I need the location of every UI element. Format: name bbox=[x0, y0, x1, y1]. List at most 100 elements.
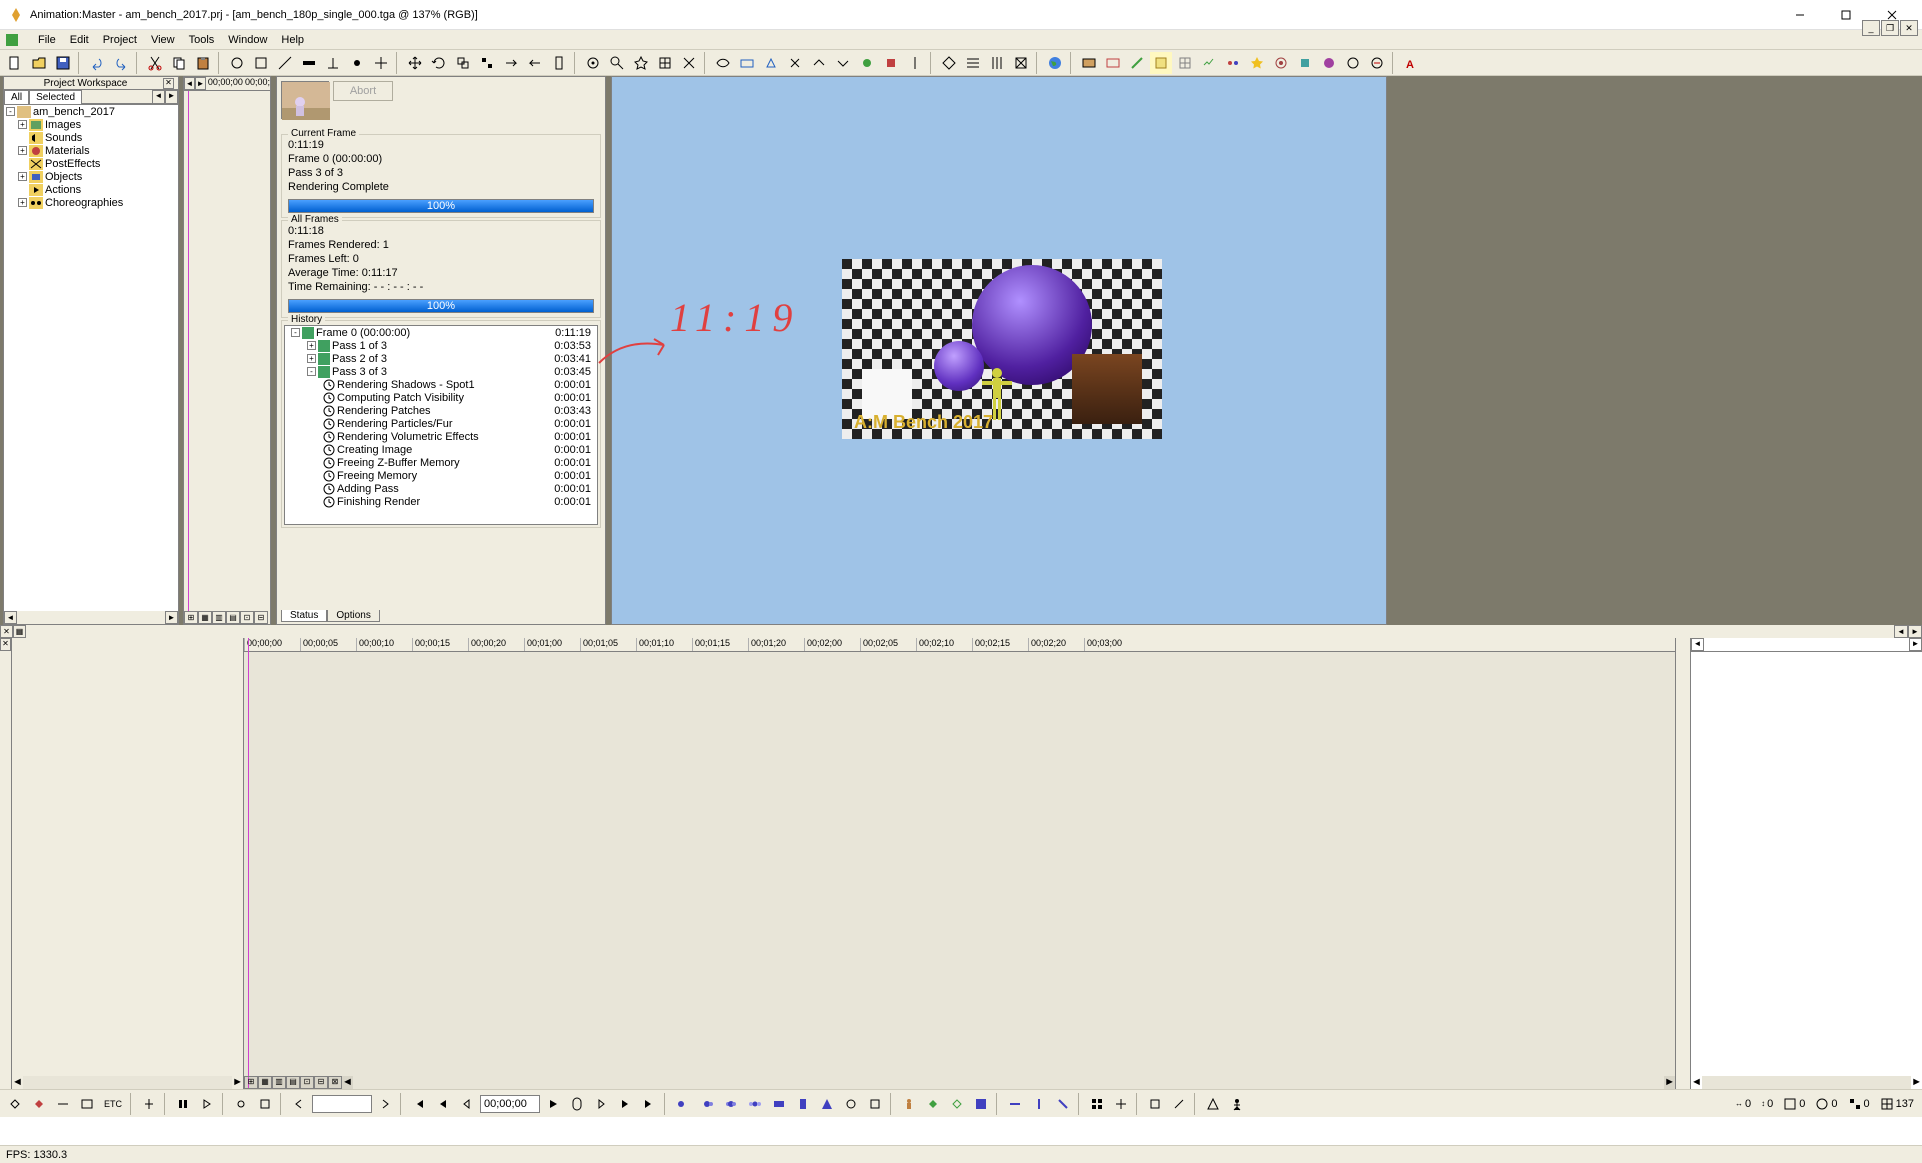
tool-d[interactable] bbox=[298, 52, 320, 74]
tab-nav-right[interactable]: ► bbox=[165, 90, 178, 104]
key-d[interactable] bbox=[76, 1093, 98, 1115]
tlr-g[interactable]: ⊠ bbox=[328, 1076, 342, 1089]
expand-icon[interactable]: + bbox=[18, 198, 27, 207]
history-row[interactable]: Rendering Volumetric Effects0:00:01 bbox=[285, 430, 597, 443]
ruler-tick[interactable]: 00;01;10 bbox=[636, 638, 692, 651]
prev-frame[interactable] bbox=[456, 1093, 478, 1115]
timeline-ruler[interactable]: 00;00;0000;00;0500;00;1000;00;1500;00;20… bbox=[244, 638, 1675, 652]
tool-g[interactable] bbox=[370, 52, 392, 74]
tool-l[interactable] bbox=[712, 52, 734, 74]
menu-edit[interactable]: Edit bbox=[70, 34, 89, 46]
tool-n[interactable] bbox=[760, 52, 782, 74]
range-end-icon[interactable] bbox=[374, 1093, 396, 1115]
history-row[interactable]: Rendering Patches0:03:43 bbox=[285, 404, 597, 417]
tab-options[interactable]: Options bbox=[327, 610, 379, 622]
render-viewport[interactable]: A:M Bench 2017 bbox=[611, 76, 1387, 625]
expand-icon[interactable]: - bbox=[6, 107, 15, 116]
tl-tool-e[interactable]: ⊡ bbox=[240, 611, 254, 624]
go-end[interactable] bbox=[638, 1093, 660, 1115]
project-tree[interactable]: -am_bench_2017 +Images Sounds +Materials… bbox=[4, 105, 178, 611]
sw-icon[interactable]: ▦ bbox=[13, 625, 26, 638]
world-icon[interactable] bbox=[1044, 52, 1066, 74]
rig-e[interactable] bbox=[1004, 1093, 1026, 1115]
key-e[interactable] bbox=[138, 1093, 160, 1115]
abort-button[interactable]: Abort bbox=[333, 81, 393, 101]
history-row[interactable]: +Pass 1 of 30:03:53 bbox=[285, 339, 597, 352]
next-key[interactable] bbox=[614, 1093, 636, 1115]
key-g[interactable] bbox=[196, 1093, 218, 1115]
tl-tool-d[interactable]: ▤ bbox=[226, 611, 240, 624]
sb3-right[interactable]: ► bbox=[1911, 1076, 1922, 1089]
tab-all[interactable]: All bbox=[4, 90, 29, 104]
tree-actions[interactable]: Actions bbox=[45, 184, 81, 196]
expand-icon[interactable]: + bbox=[18, 172, 27, 181]
tool-q[interactable] bbox=[832, 52, 854, 74]
tree-posteffects[interactable]: PostEffects bbox=[45, 158, 100, 170]
text-tool[interactable]: A bbox=[1400, 52, 1422, 74]
key-h[interactable] bbox=[230, 1093, 252, 1115]
expand-icon[interactable]: - bbox=[307, 367, 316, 376]
panel-close-icon[interactable]: ✕ bbox=[163, 78, 174, 89]
tool-t[interactable] bbox=[904, 52, 926, 74]
tlr-right[interactable]: ► bbox=[1909, 638, 1922, 651]
tool-b[interactable] bbox=[250, 52, 272, 74]
render-k[interactable] bbox=[1318, 52, 1340, 74]
render-j[interactable] bbox=[1294, 52, 1316, 74]
sb3-left[interactable]: ◄ bbox=[1691, 1076, 1702, 1089]
menu-view[interactable]: View bbox=[151, 34, 175, 46]
ruler-tick[interactable]: 00;00;15 bbox=[412, 638, 468, 651]
render-d[interactable] bbox=[1150, 52, 1172, 74]
tlr-b[interactable]: ▦ bbox=[258, 1076, 272, 1089]
rig-d[interactable] bbox=[970, 1093, 992, 1115]
view-d[interactable] bbox=[1010, 52, 1032, 74]
view-c[interactable] bbox=[986, 52, 1008, 74]
tl-nav-left[interactable]: ◄ bbox=[184, 77, 195, 90]
key-c[interactable] bbox=[52, 1093, 74, 1115]
tool-j[interactable] bbox=[524, 52, 546, 74]
ruler-tick[interactable]: 00;02;15 bbox=[972, 638, 1028, 651]
history-row[interactable]: Computing Patch Visibility0:00:01 bbox=[285, 391, 597, 404]
new-button[interactable] bbox=[4, 52, 26, 74]
tab-selected[interactable]: Selected bbox=[29, 90, 82, 104]
range-start-icon[interactable] bbox=[288, 1093, 310, 1115]
onion-g[interactable] bbox=[816, 1093, 838, 1115]
history-row[interactable]: Rendering Shadows - Spot10:00:01 bbox=[285, 378, 597, 391]
sw-left[interactable]: ◄ bbox=[1894, 625, 1908, 638]
history-row[interactable]: -Pass 3 of 30:03:45 bbox=[285, 365, 597, 378]
sb-left[interactable]: ◄ bbox=[12, 1076, 23, 1089]
tlr-a[interactable]: ⊞ bbox=[244, 1076, 258, 1089]
tree-sounds[interactable]: Sounds bbox=[45, 132, 82, 144]
history-row[interactable]: Adding Pass0:00:01 bbox=[285, 482, 597, 495]
menu-project[interactable]: Project bbox=[103, 34, 137, 46]
ruler-tick[interactable]: 00;02;10 bbox=[916, 638, 972, 651]
tree-images[interactable]: Images bbox=[45, 119, 81, 131]
copy-button[interactable] bbox=[168, 52, 190, 74]
playhead-line[interactable] bbox=[188, 91, 189, 611]
tool-e[interactable] bbox=[322, 52, 344, 74]
ruler-tick[interactable]: 00;00;00 bbox=[244, 638, 300, 651]
onion-b[interactable] bbox=[696, 1093, 718, 1115]
tool-i[interactable] bbox=[500, 52, 522, 74]
tl-nav-right[interactable]: ► bbox=[195, 77, 206, 90]
sb2-left[interactable]: ◄ bbox=[342, 1076, 353, 1089]
ruler-tick[interactable]: 00;01;20 bbox=[748, 638, 804, 651]
key-b[interactable] bbox=[28, 1093, 50, 1115]
ruler-tick[interactable]: 00;01;00 bbox=[524, 638, 580, 651]
render-g[interactable] bbox=[1222, 52, 1244, 74]
onion-i[interactable] bbox=[864, 1093, 886, 1115]
tool-c[interactable] bbox=[274, 52, 296, 74]
rig-c[interactable] bbox=[946, 1093, 968, 1115]
playhead[interactable] bbox=[248, 638, 249, 1089]
move-tool[interactable] bbox=[404, 52, 426, 74]
key-txt[interactable]: ETC bbox=[100, 1093, 126, 1115]
ruler-tick[interactable]: 00;00;10 bbox=[356, 638, 412, 651]
history-row[interactable]: -Frame 0 (00:00:00)0:11:19 bbox=[285, 326, 597, 339]
snap-b[interactable] bbox=[606, 52, 628, 74]
tool-a[interactable] bbox=[226, 52, 248, 74]
rig-k[interactable] bbox=[1168, 1093, 1190, 1115]
render-e[interactable] bbox=[1174, 52, 1196, 74]
tool-h[interactable] bbox=[476, 52, 498, 74]
key-i[interactable] bbox=[254, 1093, 276, 1115]
ruler-tick[interactable]: 00;01;05 bbox=[580, 638, 636, 651]
history-row[interactable]: Freeing Memory0:00:01 bbox=[285, 469, 597, 482]
